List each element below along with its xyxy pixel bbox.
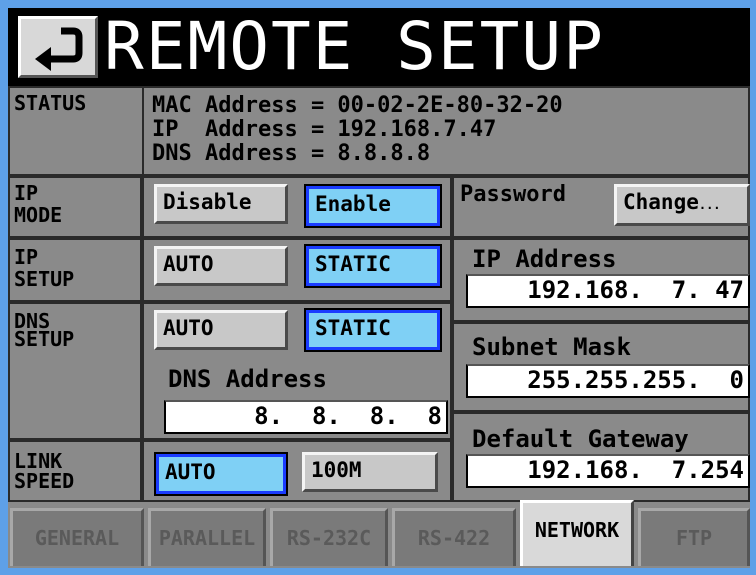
- remote-setup-screen: REMOTE SETUP STATUS MAC Address = 00-02-…: [8, 8, 750, 568]
- tab-network[interactable]: NETWORK: [520, 500, 634, 566]
- tab-parallel[interactable]: PARALLEL: [148, 508, 266, 566]
- dns-setup-controls: AUTO STATIC DNS Address 8. 8. 8. 8: [142, 302, 452, 440]
- ip-setup-auto-button[interactable]: AUTO: [154, 246, 288, 286]
- dns-address-label: DNS Address: [168, 365, 327, 393]
- subnet-mask-cell: Subnet Mask 255.255.255. 0: [452, 322, 750, 412]
- dns-setup-auto-button[interactable]: AUTO: [154, 310, 288, 350]
- ip-mode-label-1: IP: [14, 181, 39, 205]
- dns-setup-label-cell: DNS SETUP: [8, 302, 142, 440]
- ip-address-label: IP Address: [472, 245, 617, 273]
- tab-ftp[interactable]: FTP: [638, 508, 750, 566]
- back-button[interactable]: [18, 16, 98, 78]
- ip-mode-disable-button[interactable]: Disable: [154, 184, 288, 224]
- default-gateway-field[interactable]: 192.168. 7.254: [466, 454, 750, 488]
- tab-general[interactable]: GENERAL: [10, 508, 144, 566]
- password-change-label: Change: [623, 190, 699, 214]
- tab-rs232c[interactable]: RS-232C: [270, 508, 388, 566]
- ip-setup-static-button[interactable]: STATIC: [304, 244, 442, 288]
- status-dns: DNS Address = 8.8.8.8: [152, 141, 431, 166]
- dns-address-field[interactable]: 8. 8. 8. 8: [164, 400, 448, 434]
- status-mac: MAC Address = 00-02-2E-80-32-20: [152, 93, 563, 118]
- subnet-mask-label: Subnet Mask: [472, 333, 631, 361]
- password-cell: Password Change...: [452, 176, 750, 238]
- ip-mode-buttons: Disable Enable: [142, 176, 452, 238]
- ip-address-cell: IP Address 192.168. 7. 47: [452, 238, 750, 322]
- subnet-mask-field[interactable]: 255.255.255. 0: [466, 364, 750, 398]
- page-title: REMOTE SETUP: [104, 8, 605, 85]
- return-arrow-icon: [35, 27, 83, 71]
- ip-setup-label-cell: IP SETUP: [8, 238, 142, 302]
- dns-setup-static-button[interactable]: STATIC: [304, 308, 442, 352]
- ip-mode-label-cell: IP MODE: [8, 176, 142, 238]
- default-gateway-label: Default Gateway: [472, 425, 689, 453]
- password-label: Password: [460, 182, 566, 207]
- link-speed-100m-button[interactable]: 100M: [302, 452, 438, 492]
- link-speed-buttons: AUTO 100M: [142, 440, 452, 502]
- link-speed-auto-button[interactable]: AUTO: [154, 452, 288, 496]
- link-speed-label-cell: LINK SPEED: [8, 440, 142, 502]
- title-bar: REMOTE SETUP: [8, 8, 750, 86]
- ip-mode-enable-button[interactable]: Enable: [304, 184, 442, 228]
- ip-setup-buttons: AUTO STATIC: [142, 238, 452, 302]
- link-speed-label-2: SPEED: [14, 469, 75, 493]
- link-speed-label-1: LINK: [14, 449, 63, 473]
- status-label: STATUS: [14, 91, 87, 115]
- status-ip: IP Address = 192.168.7.47: [152, 117, 497, 142]
- ip-mode-label-2: MODE: [14, 203, 63, 227]
- dns-setup-label-2: SETUP: [14, 327, 75, 351]
- default-gateway-cell: Default Gateway 192.168. 7.254: [452, 412, 750, 502]
- ip-setup-label-1: IP: [14, 245, 39, 269]
- ellipsis-icon: ...: [698, 198, 721, 212]
- ip-address-field[interactable]: 192.168. 7. 47: [466, 274, 750, 308]
- password-change-button[interactable]: Change...: [614, 184, 750, 226]
- status-values: MAC Address = 00-02-2E-80-32-20 IP Addre…: [142, 86, 750, 176]
- tab-rs422[interactable]: RS-422: [392, 508, 516, 566]
- ip-setup-label-2: SETUP: [14, 267, 75, 291]
